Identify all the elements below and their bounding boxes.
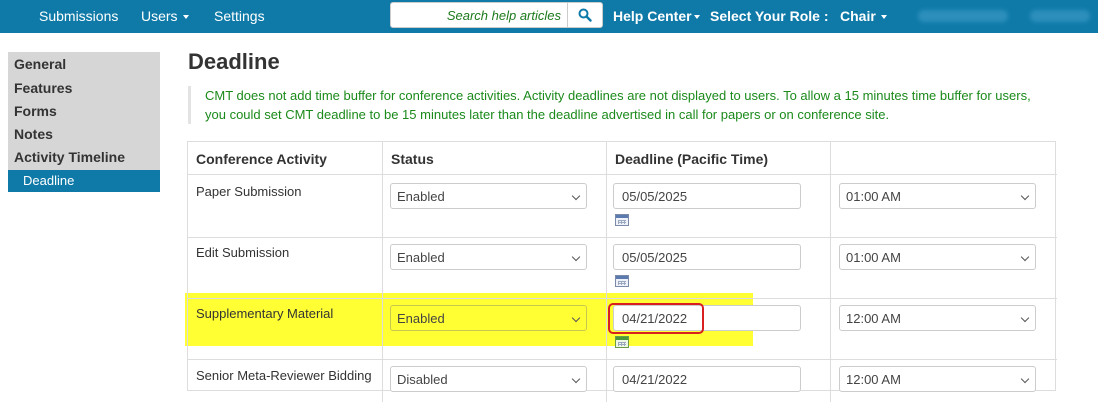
column-divider [382,142,383,402]
chevron-down-icon [571,374,581,384]
time-select[interactable]: 01:00 AM [839,244,1036,270]
activity-name: Edit Submission [196,245,290,260]
header-status: Status [391,151,434,167]
time-select[interactable]: 12:00 AM [839,366,1036,392]
calendar-icon[interactable] [615,275,629,287]
status-select[interactable]: Disabled [390,366,587,392]
date-input[interactable]: 05/05/2025 [613,244,801,270]
nav-users[interactable]: Users [141,8,189,24]
sidebar-item-features[interactable]: Features [14,80,72,96]
nav-help-center[interactable]: Help Center [613,8,700,24]
chevron-down-icon [1020,191,1030,201]
page-title: Deadline [188,49,280,74]
date-input[interactable]: 04/21/2022 [613,366,801,392]
chevron-down-icon [571,313,581,323]
time-value: 01:00 AM [846,250,901,265]
caret-down-icon [693,15,700,20]
top-navbar: Submissions Users Settings Help Center S… [0,0,1098,33]
time-select[interactable]: 12:00 AM [839,305,1036,331]
status-select[interactable]: Enabled [390,305,587,331]
header-conference-activity: Conference Activity [196,151,327,167]
sidebar-item-general[interactable]: General [14,56,66,72]
caret-down-icon [880,15,887,20]
help-center-label: Help Center [613,8,692,24]
status-select[interactable]: Enabled [390,244,587,270]
activity-name: Senior Meta-Reviewer Bidding [196,368,372,383]
time-select[interactable]: 01:00 AM [839,183,1036,209]
row-divider [188,237,1057,238]
time-value: 12:00 AM [846,372,901,387]
nav-settings[interactable]: Settings [214,8,265,24]
row-divider [188,359,1057,360]
chevron-down-icon [1020,252,1030,262]
status-value: Enabled [397,189,445,204]
status-select[interactable]: Enabled [390,183,587,209]
search-button[interactable] [567,2,603,28]
activity-name: Supplementary Material [196,306,334,321]
sidebar-item-activity-timeline[interactable]: Activity Timeline [14,149,125,165]
user-name-blurred[interactable] [918,10,1008,22]
sidebar-item-forms[interactable]: Forms [14,103,57,119]
info-note: CMT does not add time buffer for confere… [188,86,1048,124]
activity-name: Paper Submission [196,184,302,199]
highlight-outline [608,303,704,334]
chevron-down-icon [571,191,581,201]
role-label: Chair [840,8,876,24]
time-value: 12:00 AM [846,311,901,326]
row-divider [188,174,1057,175]
role-dropdown[interactable]: Chair [840,8,887,24]
chevron-down-icon [1020,313,1030,323]
column-divider [830,142,831,402]
chevron-down-icon [571,252,581,262]
user-menu-blurred[interactable] [1030,10,1090,22]
select-role-label: Select Your Role : [710,8,829,24]
nav-users-label: Users [141,8,178,24]
search-icon [578,8,592,22]
calendar-icon[interactable] [615,214,629,226]
column-divider [606,142,607,402]
date-input[interactable]: 05/05/2025 [613,183,801,209]
header-deadline: Deadline (Pacific Time) [615,151,769,167]
chevron-down-icon [1020,374,1030,384]
nav-submissions[interactable]: Submissions [39,8,118,24]
status-value: Enabled [397,311,445,326]
calendar-icon[interactable] [615,336,629,348]
caret-down-icon [182,15,189,20]
status-value: Disabled [397,372,448,387]
search-input[interactable] [391,3,567,27]
search-box [390,2,568,28]
sidebar-item-notes[interactable]: Notes [14,126,53,142]
row-divider [188,298,1057,299]
sidebar-item-deadline[interactable]: Deadline [8,170,160,192]
status-value: Enabled [397,250,445,265]
sidebar: General Features Forms Notes Activity Ti… [8,52,160,170]
time-value: 01:00 AM [846,189,901,204]
